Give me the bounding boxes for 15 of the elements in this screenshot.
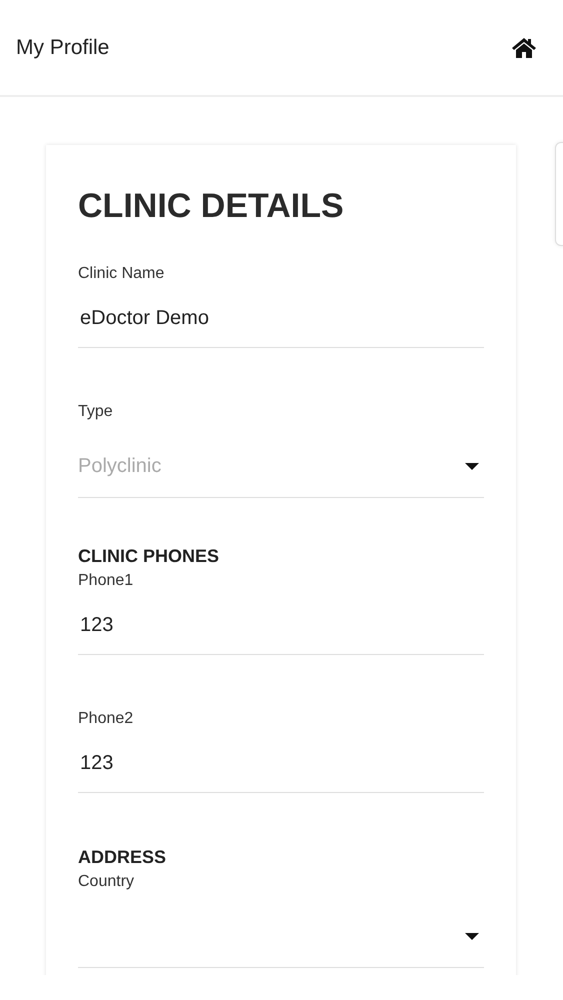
section-heading: CLINIC PHONES: [78, 546, 220, 567]
section-heading: ADDRESS: [78, 847, 168, 868]
field-label: Type: [78, 402, 114, 422]
field-label: Phone2: [78, 709, 134, 729]
input-field[interactable]: 123: [78, 591, 484, 655]
field-label: Phone1: [78, 571, 134, 591]
home-icon[interactable]: [511, 36, 537, 58]
input-field[interactable]: eDoctor Demo: [78, 284, 484, 348]
caret-icon: [464, 932, 480, 941]
field-label: Clinic Name: [78, 264, 166, 284]
input-field[interactable]: 123: [78, 729, 484, 793]
card-title: CLINIC DETAILS: [78, 187, 345, 226]
caret-icon: [464, 462, 480, 471]
field-label: Country: [78, 872, 136, 892]
page-title: My Profile: [16, 36, 110, 60]
